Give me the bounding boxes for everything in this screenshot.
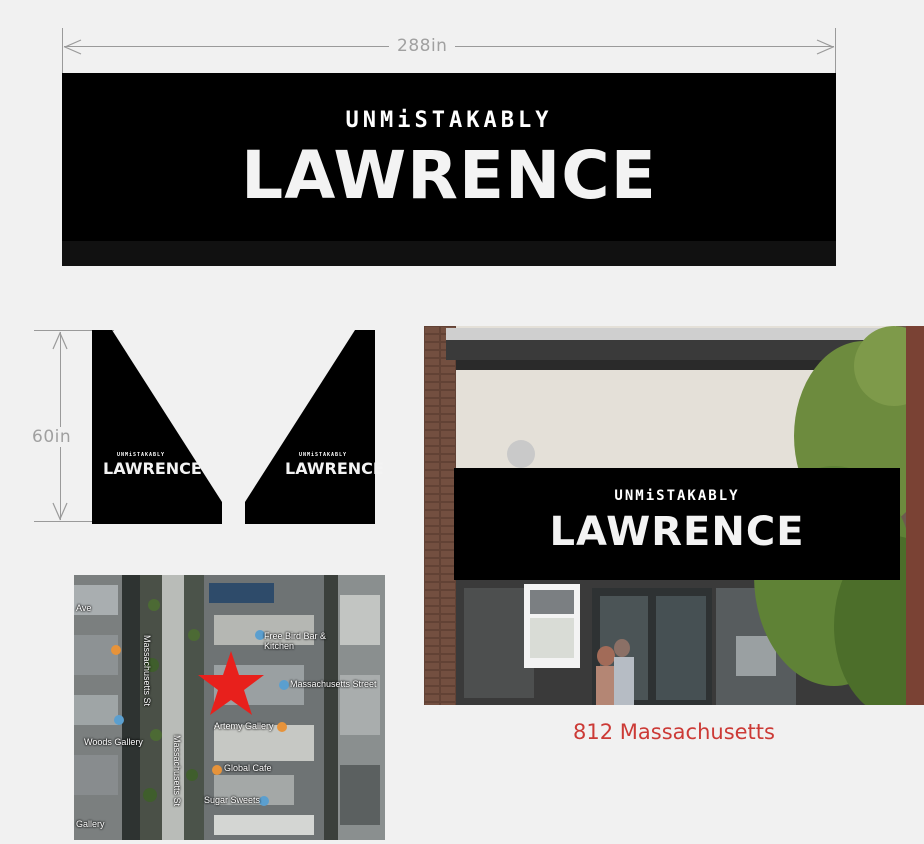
map-label-cafe: Global Cafe bbox=[224, 763, 272, 773]
left-side-panel bbox=[92, 330, 222, 524]
map-label-gallery-sw: Gallery bbox=[76, 819, 105, 829]
map-label-address-street: Massachusetts Street bbox=[290, 679, 377, 689]
map-label-bar: Free Bird Bar & Kitchen bbox=[264, 631, 327, 651]
storefront-photo: UNMiSTAKABLY LAWRENCE bbox=[424, 326, 924, 705]
storefront-logo-tagline: UNMiSTAKABLY bbox=[614, 488, 740, 504]
map-label-sweets: Sugar Sweets bbox=[204, 795, 261, 805]
arrow-down-icon bbox=[52, 502, 68, 521]
side-panels-diagram: 60in UNMiSTAKABLY LAWRENCE UNMiSTAKABLY … bbox=[0, 320, 420, 530]
arrow-up-icon bbox=[52, 331, 68, 350]
right-panel-logo-tagline: UNMiSTAKABLY bbox=[298, 452, 348, 458]
banner-logo-wordmark: LAWRENCE bbox=[241, 137, 657, 214]
left-panel-logo-tagline: UNMiSTAKABLY bbox=[116, 452, 166, 458]
location-star-icon bbox=[198, 651, 264, 715]
arrow-right-icon bbox=[816, 39, 835, 55]
height-dimension-bottom-tick bbox=[34, 521, 96, 522]
map-label-street-north: Massachusetts St bbox=[142, 635, 152, 707]
location-map: Free Bird Bar & Kitchen Massachusetts St… bbox=[74, 575, 385, 840]
left-panel-logo-wordmark: LAWRENCE bbox=[103, 459, 202, 478]
map-label-street-south: Massachusetts St bbox=[172, 735, 182, 807]
address-label: 812 Massachusetts bbox=[573, 720, 775, 744]
map-label-gallery: Artemy Gallery bbox=[214, 721, 274, 731]
storefront-logo-wordmark: LAWRENCE bbox=[549, 509, 805, 555]
banner-bottom-edge bbox=[62, 241, 836, 266]
banner-logo-tagline: UNMiSTAKABLY bbox=[345, 108, 553, 133]
height-dimension-line bbox=[60, 332, 61, 520]
arrow-left-icon bbox=[63, 39, 82, 55]
map-label-woods-gallery: Woods Gallery bbox=[84, 737, 143, 747]
banner-diagram: 288in UNMiSTAKABLY LAWRENCE bbox=[0, 0, 924, 280]
width-dimension-label: 288in bbox=[389, 36, 456, 56]
map-label-ave: Ave bbox=[76, 603, 92, 613]
right-side-panel bbox=[245, 330, 375, 524]
height-dimension-label: 60in bbox=[28, 427, 76, 447]
right-panel-logo-wordmark: LAWRENCE bbox=[285, 459, 384, 478]
